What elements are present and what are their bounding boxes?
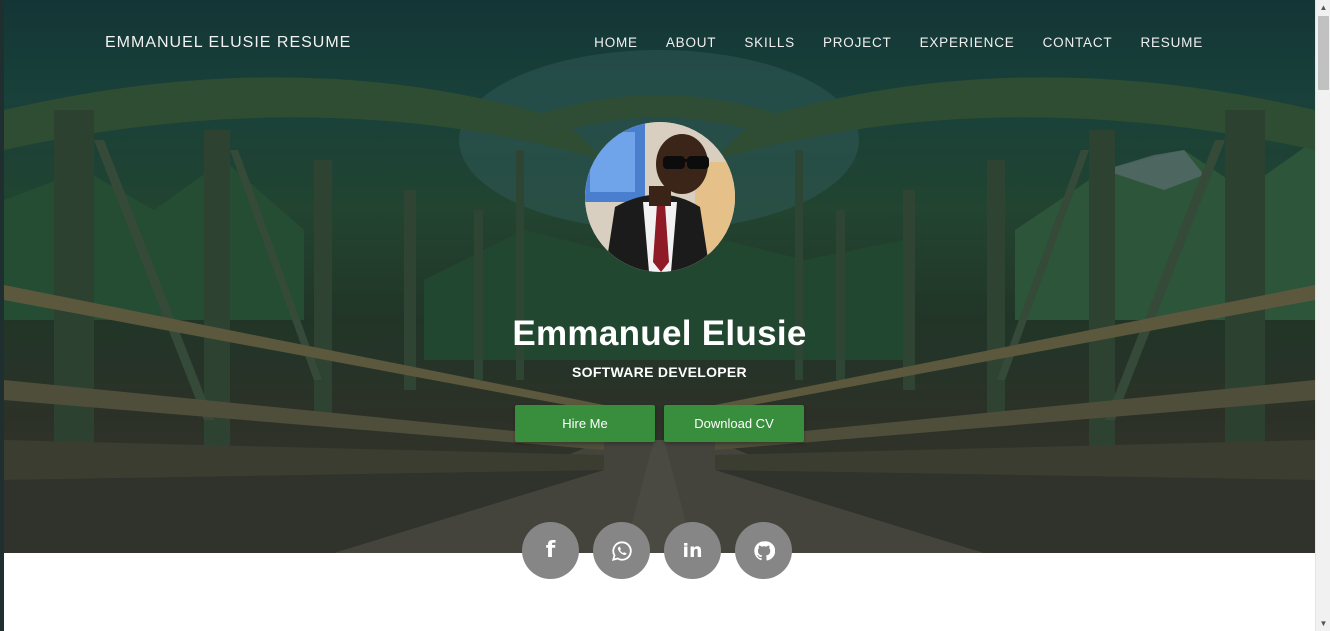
main-nav: HOME ABOUT SKILLS PROJECT EXPERIENCE CON… [594, 35, 1203, 50]
hero-section: EMMANUEL ELUSIE RESUME HOME ABOUT SKILLS… [4, 0, 1315, 553]
whatsapp-icon [611, 540, 632, 561]
nav-project[interactable]: PROJECT [823, 35, 892, 50]
profile-name: Emmanuel Elusie [512, 314, 807, 353]
hire-me-button[interactable]: Hire Me [515, 405, 655, 442]
nav-about[interactable]: ABOUT [666, 35, 717, 50]
social-links: f in [522, 522, 792, 579]
facebook-link[interactable]: f [522, 522, 579, 579]
scroll-down-arrow-icon[interactable]: ▼ [1316, 616, 1330, 631]
profile-role: SOFTWARE DEVELOPER [572, 364, 747, 380]
whatsapp-link[interactable] [593, 522, 650, 579]
linkedin-link[interactable]: in [664, 522, 721, 579]
brand-link[interactable]: EMMANUEL ELUSIE RESUME [105, 34, 351, 52]
nav-home[interactable]: HOME [594, 35, 638, 50]
hero-overlay [4, 0, 1315, 553]
facebook-icon: f [545, 538, 556, 563]
profile-photo [585, 122, 735, 272]
linkedin-icon: in [682, 539, 703, 562]
scrollbar-thumb[interactable] [1318, 16, 1329, 90]
nav-skills[interactable]: SKILLS [744, 35, 795, 50]
nav-resume[interactable]: RESUME [1140, 35, 1203, 50]
github-link[interactable] [735, 522, 792, 579]
nav-contact[interactable]: CONTACT [1043, 35, 1113, 50]
profile-avatar [585, 122, 735, 272]
nav-experience[interactable]: EXPERIENCE [920, 35, 1015, 50]
vertical-scrollbar[interactable]: ▲ ▼ [1315, 0, 1330, 631]
scroll-up-arrow-icon[interactable]: ▲ [1316, 0, 1330, 15]
hero-actions: Hire Me Download CV [515, 405, 804, 442]
download-cv-button[interactable]: Download CV [664, 405, 804, 442]
github-icon [753, 540, 775, 560]
